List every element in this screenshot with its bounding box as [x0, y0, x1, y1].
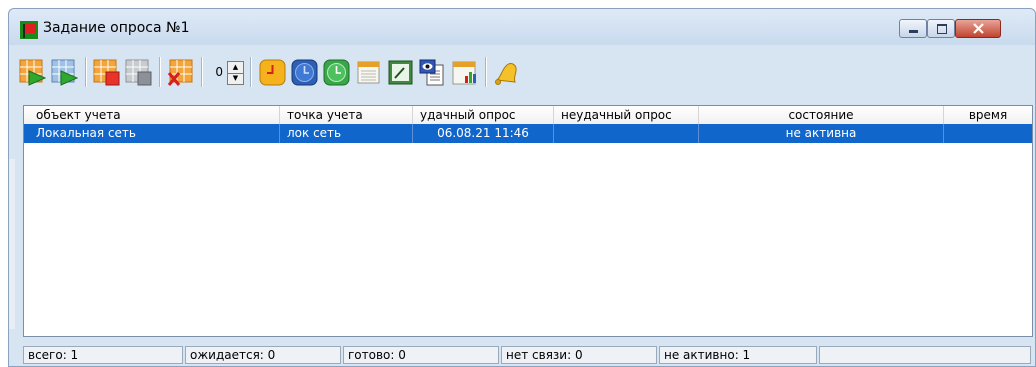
green-clock-icon[interactable]: [323, 59, 350, 86]
start-list-icon[interactable]: [51, 59, 78, 86]
maximize-button[interactable]: [927, 19, 955, 38]
spinner-buttons[interactable]: ▲ ▼: [227, 61, 244, 85]
window-side-edge: [9, 159, 15, 329]
column-header-success[interactable]: удачный опрос: [413, 106, 554, 124]
status-inactive: не активно: 1: [659, 346, 817, 364]
task-table: объект учета точка учета удачный опрос н…: [23, 105, 1033, 337]
delete-grid-icon[interactable]: [167, 59, 194, 86]
pause-grid-icon[interactable]: [125, 59, 152, 86]
alarm-clock-icon[interactable]: [259, 59, 286, 86]
minimize-button[interactable]: [899, 19, 927, 38]
status-waiting: ожидается: 0: [185, 346, 341, 364]
close-button[interactable]: [955, 19, 1001, 38]
toolbar-separator: [159, 57, 161, 87]
table-header: объект учета точка учета удачный опрос н…: [24, 106, 1032, 125]
column-header-point[interactable]: точка учета: [280, 106, 413, 124]
cell-time: [944, 124, 1032, 143]
status-ready: готово: 0: [343, 346, 499, 364]
cell-point: лок сеть: [280, 124, 413, 143]
cell-failure: [554, 124, 699, 143]
minimize-icon: [909, 30, 918, 33]
spin-down-icon[interactable]: ▼: [228, 73, 243, 84]
column-header-state[interactable]: состояние: [699, 106, 944, 124]
cell-state: не активна: [699, 124, 944, 143]
calendar-icon[interactable]: [355, 59, 382, 86]
stop-grid-icon[interactable]: [93, 59, 120, 86]
view-document-icon[interactable]: [419, 59, 446, 86]
close-icon: [973, 23, 984, 34]
blue-clock-icon[interactable]: [291, 59, 318, 86]
app-flag-icon: [20, 21, 38, 39]
toolbar-separator: [201, 57, 203, 87]
spinner-value: 0: [215, 65, 223, 79]
column-header-failure[interactable]: неудачный опрос: [554, 106, 699, 124]
status-no-connection: нет связи: 0: [501, 346, 657, 364]
table-row[interactable]: Локальная сеть лок сеть 06.08.21 11:46 н…: [24, 124, 1032, 143]
bell-icon[interactable]: [493, 59, 520, 86]
window-title: Задание опроса №1: [43, 20, 190, 36]
title-bar[interactable]: Задание опроса №1: [9, 9, 1035, 45]
cell-success: 06.08.21 11:46: [413, 124, 554, 143]
toolbar-separator: [485, 57, 487, 87]
status-empty-panel: [819, 346, 1031, 364]
status-total: всего: 1: [23, 346, 183, 364]
start-grid-icon[interactable]: [19, 59, 46, 86]
cell-object: Локальная сеть: [24, 124, 280, 143]
toolbar-separator: [250, 57, 252, 87]
count-spinner[interactable]: 0 ▲ ▼: [209, 61, 247, 85]
toolbar: 0 ▲ ▼: [9, 45, 1035, 95]
report-chart-icon[interactable]: [451, 59, 478, 86]
toolbar-separator: [85, 57, 87, 87]
status-bar: всего: 1 ожидается: 0 готово: 0 нет связ…: [23, 346, 1033, 366]
maximize-icon: [937, 24, 947, 34]
task-window: Задание опроса №1 0 ▲ ▼ объект учета точ…: [8, 8, 1036, 367]
column-header-object[interactable]: объект учета: [24, 106, 280, 124]
column-header-time[interactable]: время: [944, 106, 1032, 124]
gauge-icon[interactable]: [387, 59, 414, 86]
